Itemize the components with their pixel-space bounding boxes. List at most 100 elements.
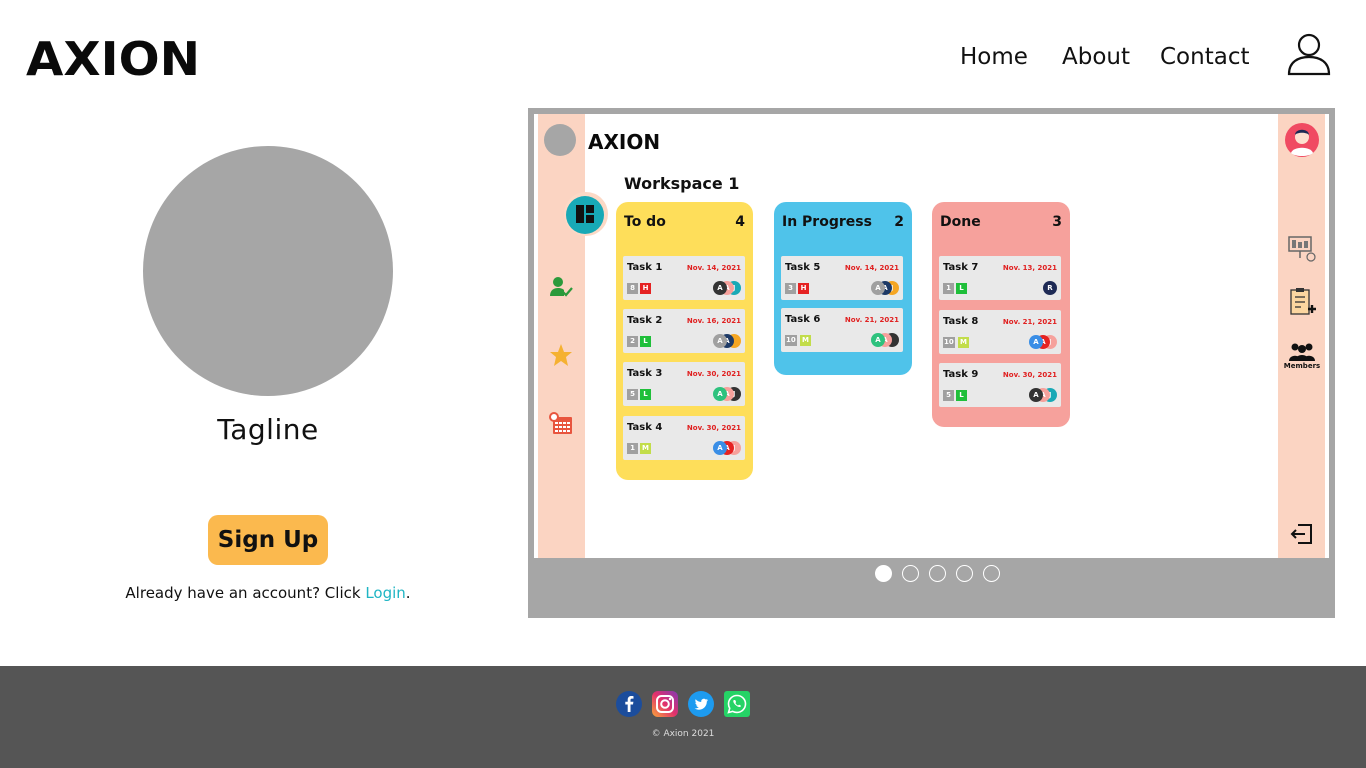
task-title: Task 4	[627, 422, 663, 433]
task-title: Task 6	[785, 314, 821, 325]
board-grid-icon	[576, 205, 594, 223]
nav-home-link[interactable]: Home	[960, 44, 1028, 70]
site-logo[interactable]: AXION	[26, 32, 200, 86]
nav-contact-link[interactable]: Contact	[1160, 44, 1249, 70]
app-right-sidebar	[1278, 114, 1325, 558]
task-priority-badge: L	[640, 389, 651, 400]
login-prompt-suffix: .	[405, 584, 411, 602]
task-due-date: Nov. 21, 2021	[844, 316, 899, 324]
task-due-date: Nov. 30, 2021	[686, 424, 741, 432]
screenshot-carousel[interactable]: AXION Workspace 1 Members To do 4 Task 1…	[528, 108, 1335, 618]
assignee-avatar: A	[1029, 335, 1043, 349]
copyright-text: © Axion 2021	[651, 729, 715, 739]
task-points-badge: 5	[943, 390, 954, 401]
assignee-avatar: A	[1029, 388, 1043, 402]
sign-up-button[interactable]: Sign Up	[208, 515, 328, 565]
star-icon	[550, 344, 572, 366]
assignee-avatar: A	[871, 333, 885, 347]
task-card: Task 9 Nov. 30, 2021 5L AAJ	[939, 363, 1061, 407]
task-priority-badge: H	[640, 283, 651, 294]
task-priority-badge: L	[956, 390, 967, 401]
nav-about-link[interactable]: About	[1062, 44, 1130, 70]
workspace-title: Workspace 1	[624, 174, 740, 193]
task-points-badge: 10	[785, 335, 797, 346]
task-title: Task 3	[627, 368, 663, 379]
instagram-icon[interactable]	[652, 691, 678, 717]
task-due-date: Nov. 30, 2021	[1002, 371, 1057, 379]
assignee-avatar: R	[1043, 281, 1057, 295]
task-card: Task 2 Nov. 16, 2021 2L AA	[623, 309, 745, 353]
task-title: Task 2	[627, 315, 663, 326]
task-due-date: Nov. 13, 2021	[1002, 264, 1057, 272]
board-column: To do 4 Task 1 Nov. 14, 2021 8H AAJ Task 2 Nov.…	[616, 202, 753, 480]
facebook-icon[interactable]	[616, 691, 642, 717]
task-title: Task 7	[943, 262, 979, 273]
assignee-avatar: A	[713, 441, 727, 455]
task-card: Task 8 Nov. 21, 2021 10M AAJ	[939, 310, 1061, 354]
task-card: Task 3 Nov. 30, 2021 5L AAJ	[623, 362, 745, 406]
app-logo: AXION	[588, 130, 661, 154]
assignee-avatar: A	[713, 334, 727, 348]
task-assignees: AA	[859, 333, 899, 347]
login-prompt: Already have an account? Click Login.	[0, 584, 536, 602]
task-due-date: Nov. 21, 2021	[1002, 318, 1057, 326]
task-due-date: Nov. 14, 2021	[686, 264, 741, 272]
add-task-icon	[1290, 288, 1316, 315]
whatsapp-icon[interactable]	[724, 691, 750, 717]
assignee-avatar: A	[713, 387, 727, 401]
task-points-badge: 5	[627, 389, 638, 400]
column-title: In Progress	[782, 214, 872, 230]
task-card: Task 4 Nov. 30, 2021 1M AAJ	[623, 416, 745, 460]
task-card: Task 7 Nov. 13, 2021 1 L R	[939, 256, 1061, 300]
board-column: In Progress2Task 5Nov. 14, 20213HAAJTask…	[774, 202, 912, 375]
task-points-badge: 1	[627, 443, 638, 454]
carousel-dot-4[interactable]	[956, 565, 973, 582]
column-count: 3	[1052, 214, 1062, 230]
workspace-settings-icon	[1288, 236, 1316, 262]
task-assignees: AAJ	[1017, 388, 1057, 402]
task-card: Task 5 Nov. 14, 2021 3H AAJ	[781, 256, 903, 300]
tagline: Tagline	[217, 413, 319, 446]
carousel-dot-2[interactable]	[902, 565, 919, 582]
task-priority-badge: L	[640, 336, 651, 347]
board-column: Done 3 Task 7 Nov. 13, 2021 1 L R Task 8 Nov. 21…	[932, 202, 1070, 427]
login-link[interactable]: Login	[365, 584, 405, 602]
task-assignees: AA	[701, 334, 741, 348]
login-prompt-text: Already have an account? Click	[125, 584, 366, 602]
assignee-avatar: A	[713, 281, 727, 295]
task-title: Task 1	[627, 262, 663, 273]
task-assignees: AAJ	[1017, 335, 1057, 349]
task-points-badge: 8	[627, 283, 638, 294]
task-card: Task 6 Nov. 21, 2021 10M AA	[781, 308, 903, 352]
carousel-dot-3[interactable]	[929, 565, 946, 582]
task-priority-badge: H	[798, 283, 809, 294]
task-points-badge: 10	[943, 337, 955, 348]
twitter-icon[interactable]	[688, 691, 714, 717]
task-points-badge: 3	[785, 283, 796, 294]
carousel-dot-1[interactable]	[875, 565, 892, 582]
assignee-avatar: A	[871, 281, 885, 295]
task-due-date: Nov. 16, 2021	[686, 317, 741, 325]
task-title: Task 5	[785, 262, 821, 273]
task-priority-badge: M	[958, 337, 969, 348]
task-priority-badge: M	[800, 335, 811, 346]
task-title: Task 9	[943, 369, 979, 380]
task-due-date: Nov. 14, 2021	[844, 264, 899, 272]
members-icon	[1289, 343, 1315, 361]
carousel-slide: AXION Workspace 1 Members To do 4 Task 1…	[534, 114, 1329, 558]
task-points-badge: 1	[943, 283, 954, 294]
column-count: 2	[894, 214, 904, 230]
column-title: Done	[940, 214, 981, 230]
members-label: Members	[1283, 362, 1321, 370]
task-assignees: AAJ	[701, 281, 741, 295]
task-assignees: R	[1017, 281, 1057, 295]
task-priority-badge: L	[956, 283, 967, 294]
column-title: To do	[624, 214, 666, 230]
calendar-icon	[549, 412, 572, 434]
hero-image-placeholder	[143, 146, 393, 396]
carousel-dots	[528, 565, 1335, 582]
carousel-dot-5[interactable]	[983, 565, 1000, 582]
user-check-icon	[550, 277, 573, 297]
task-assignees: AAJ	[859, 281, 899, 295]
user-profile-icon[interactable]	[1286, 32, 1332, 76]
